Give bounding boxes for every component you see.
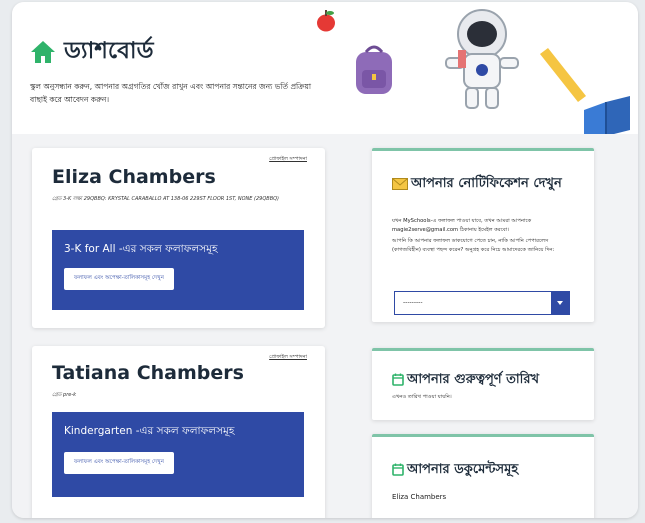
notification-preference-select[interactable]: --------- [394,291,570,315]
student-meta: গ্রেড 3-K লক্ষ্য 29QBBQ: KRYSTAL CARABAL… [52,196,280,202]
chevron-down-icon[interactable] [551,292,569,314]
select-value: --------- [403,299,423,306]
results-panel-title: 3-K for All -এর সকল ফলাফলসমূহ [64,243,218,255]
main-content: প্রোফাইল সম্পাদনা Eliza Chambers গ্রেড 3… [12,134,638,518]
envelope-icon [392,177,408,190]
important-dates-title-text: আপনার গুরুত্বপূর্ণ তারিখ [407,372,540,387]
title-row: ড্যাশবোর্ড [30,32,154,71]
edit-profile-link[interactable]: প্রোফাইল সম্পাদনা [269,354,307,362]
notifications-text: যখন MySchools-এ ফলাফল পাওয়া যাবে, তখন আ… [392,218,532,233]
astronaut-icon [445,9,519,109]
documents-title-text: আপনার ডকুমেন্টসমূহ [407,462,519,477]
student-card: প্রোফাইল সম্পাদনা Tatiana Chambers গ্রেড… [32,346,325,518]
backpack-icon [356,45,392,94]
calendar-icon [392,373,404,386]
results-panel: 3-K for All -এর সকল ফলাফলসমূহ ফলাফল এবং … [52,230,304,310]
calendar-icon [392,463,404,476]
important-dates-title: আপনার গুরুত্বপূর্ণ তারিখ [392,371,539,388]
home-icon [31,40,55,63]
view-results-button[interactable]: ফলাফল এবং অপেক্ষা-তালিকাসমূহ দেখুন [64,452,174,474]
documents-title: আপনার ডকুমেন্টসমূহ [392,461,518,478]
notifications-title: আপনার নোটিফিকেশন দেখুন [392,175,582,192]
results-panel-title: Kindergarten -এর সকল ফলাফলসমূহ [64,425,235,437]
hero-header: ড্যাশবোর্ড স্কুল অনুসন্ধান করুন, আপনার অ… [12,2,638,140]
document-student-name[interactable]: Eliza Chambers [392,493,446,501]
student-name: Eliza Chambers [52,166,216,188]
edit-profile-link[interactable]: প্রোফাইল সম্পাদনা [269,156,307,164]
notifications-card: আপনার নোটিফিকেশন দেখুন যখন MySchools-এ ফ… [372,148,594,322]
important-dates-card: আপনার গুরুত্বপূর্ণ তারিখ এখনও তারিখ পাওয… [372,348,594,420]
student-meta: গ্রেড pre-k [52,392,77,398]
notifications-question: আপনি কি আপনার ফলাফল ডাকযোগে পেতে চান, না… [392,238,555,253]
notifications-title-text: আপনার নোটিফিকেশন দেখুন [411,176,562,191]
view-results-button[interactable]: ফলাফল এবং অপেক্ষা-তালিকাসমূহ দেখুন [64,268,174,290]
apple-icon [317,10,335,32]
student-card: প্রোফাইল সম্পাদনা Eliza Chambers গ্রেড 3… [32,148,325,328]
dashboard-window: ড্যাশবোর্ড স্কুল অনুসন্ধান করুন, আপনার অ… [12,2,638,518]
intro-text: স্কুল অনুসন্ধান করুন, আপনার অগ্রগতির খোঁ… [30,82,312,104]
results-panel: Kindergarten -এর সকল ফলাফলসমূহ ফলাফল এবং… [52,412,304,497]
documents-card: আপনার ডকুমেন্টসমূহ Eliza Chambers [372,434,594,518]
important-dates-text: এখনও তারিখ পাওয়া যায়নি। [392,394,452,400]
student-name: Tatiana Chambers [52,362,244,384]
page-title: ড্যাশবোর্ড [64,38,154,64]
